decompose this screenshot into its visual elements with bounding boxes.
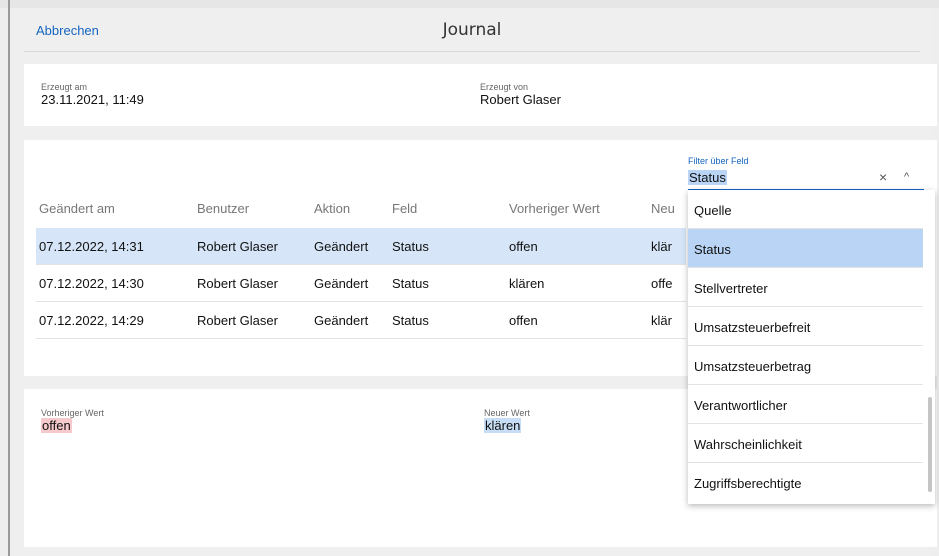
dropdown-option[interactable]: Umsatzsteuerbetrag (688, 346, 923, 385)
created-by-value: Robert Glaser (480, 92, 561, 107)
column-header-field[interactable]: Feld (392, 201, 417, 216)
new-value: klären (484, 418, 522, 433)
dropdown-option-label: Umsatzsteuerbetrag (694, 359, 812, 374)
header-divider (24, 51, 920, 52)
row-changed-at: 07.12.2022, 14:30 (39, 276, 144, 291)
row-new-value: offe (651, 276, 673, 291)
column-header-action[interactable]: Aktion (314, 201, 350, 216)
row-user: Robert Glaser (197, 313, 278, 328)
row-changed-at: 07.12.2022, 14:31 (39, 239, 144, 254)
row-field: Status (392, 276, 429, 291)
row-user: Robert Glaser (197, 276, 278, 291)
dropdown-option-label: Stellvertreter (694, 281, 768, 296)
dropdown-option-label: Zugriffsberechtigte (694, 476, 802, 491)
created-at-label: Erzeugt am (41, 82, 88, 92)
row-previous-value: offen (509, 313, 538, 328)
previous-value: offen (41, 418, 72, 433)
dropdown-option[interactable]: Zugriffsberechtigte (688, 463, 923, 501)
column-header-changed-at[interactable]: Geändert am (39, 201, 115, 216)
dropdown-option-selected[interactable]: Status (688, 229, 923, 268)
new-value-label: Neuer Wert (484, 408, 530, 418)
dropdown-option[interactable]: Wahrscheinlichkeit (688, 424, 923, 463)
column-header-user[interactable]: Benutzer (197, 201, 249, 216)
dropdown-option[interactable]: Verantwortlicher (688, 385, 923, 424)
row-previous-value: offen (509, 239, 538, 254)
row-previous-value: klären (509, 276, 545, 291)
created-by-label: Erzeugt von (480, 82, 529, 92)
table-row[interactable]: 07.12.2022, 14:29 Robert Glaser Geändert… (36, 302, 686, 339)
table-row[interactable]: 07.12.2022, 14:30 Robert Glaser Geändert… (36, 265, 686, 302)
dropdown-option[interactable]: Stellvertreter (688, 268, 923, 307)
dropdown-option-label: Status (694, 242, 731, 257)
dropdown-scrollbar[interactable] (928, 397, 932, 492)
clear-icon[interactable]: × (879, 169, 887, 185)
row-field: Status (392, 239, 429, 254)
column-header-new-value[interactable]: Neu (651, 201, 675, 216)
row-changed-at: 07.12.2022, 14:29 (39, 313, 144, 328)
dropdown-option-label: Umsatzsteuerbefreit (694, 320, 811, 335)
row-field: Status (392, 313, 429, 328)
background-window-strip (0, 0, 939, 8)
row-new-value: klär (651, 239, 672, 254)
column-header-previous-value[interactable]: Vorheriger Wert (509, 201, 600, 216)
table-row[interactable]: 07.12.2022, 14:31 Robert Glaser Geändert… (36, 228, 686, 265)
filter-field-input[interactable]: Status (688, 170, 727, 185)
created-at-value: 23.11.2021, 11:49 (41, 92, 144, 107)
dropdown-option[interactable]: Umsatzsteuerbefreit (688, 307, 923, 346)
row-new-value: klär (651, 313, 672, 328)
row-action: Geändert (314, 313, 369, 328)
dropdown-option[interactable]: Quelle (688, 190, 923, 229)
dropdown-option-label: Wahrscheinlichkeit (694, 437, 802, 452)
chevron-up-icon[interactable]: ^ (904, 171, 909, 183)
filter-dropdown-menu: Quelle Status Stellvertreter Umsatzsteue… (688, 190, 935, 504)
row-user: Robert Glaser (197, 239, 278, 254)
dropdown-option-label: Verantwortlicher (694, 398, 788, 413)
page-title: Journal (442, 20, 502, 40)
previous-value-label: Vorheriger Wert (41, 408, 104, 418)
row-action: Geändert (314, 276, 369, 291)
dropdown-option-label: Quelle (694, 203, 732, 218)
row-action: Geändert (314, 239, 369, 254)
window-edge (8, 0, 10, 556)
filter-label: Filter über Feld (688, 156, 749, 166)
header: Abbrechen Journal (12, 8, 932, 52)
